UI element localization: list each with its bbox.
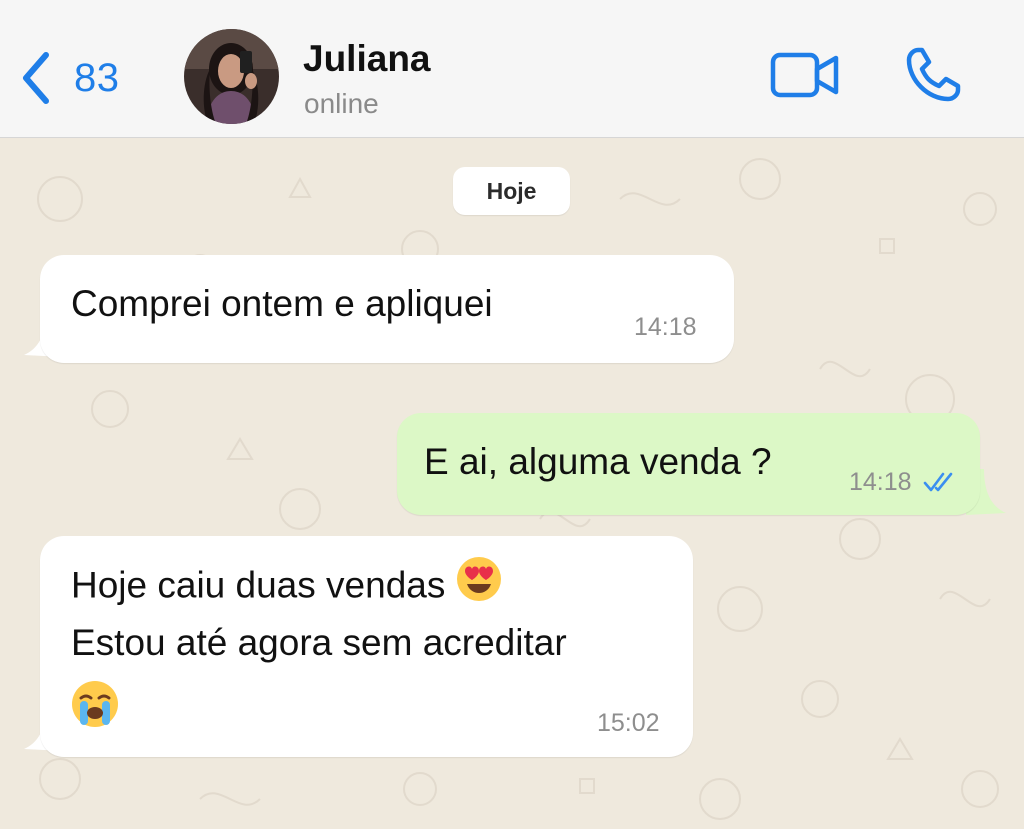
message-time: 14:18 (634, 313, 697, 341)
video-call-button[interactable] (770, 52, 840, 103)
message-incoming[interactable]: Comprei ontem e apliquei 14:18 (40, 255, 734, 363)
avatar[interactable] (184, 29, 279, 124)
chat-area[interactable]: Hoje Comprei ontem e apliquei 14:18 E ai… (0, 139, 1024, 829)
heart-eyes-emoji (456, 556, 502, 619)
double-check-icon (923, 471, 957, 498)
contact-name[interactable]: Juliana (303, 38, 431, 80)
phone-icon (904, 47, 962, 108)
video-camera-icon (770, 52, 840, 102)
message-time: 14:18 (849, 468, 912, 496)
date-separator: Hoje (453, 167, 570, 215)
chevron-left-icon (18, 51, 52, 105)
message-time: 15:02 (597, 709, 660, 737)
message-text: Estou até agora sem acreditar (71, 622, 567, 663)
back-button[interactable]: 83 (18, 48, 120, 108)
message-incoming[interactable]: Hoje caiu duas vendas Estou até agora se… (40, 536, 693, 757)
message-text: Hoje caiu duas vendas (71, 564, 446, 606)
message-outgoing[interactable]: E ai, alguma venda ? 14:18 (397, 413, 980, 515)
message-text: Comprei ontem e apliquei (71, 283, 493, 324)
crying-emoji (71, 680, 119, 733)
contact-status: online (304, 88, 379, 119)
message-line: Hoje caiu duas vendas (71, 556, 502, 619)
voice-call-button[interactable] (904, 46, 962, 109)
unread-count: 83 (74, 55, 120, 100)
chat-header: 83 Juliana online (0, 0, 1024, 138)
message-text: E ai, alguma venda ? (424, 441, 772, 482)
